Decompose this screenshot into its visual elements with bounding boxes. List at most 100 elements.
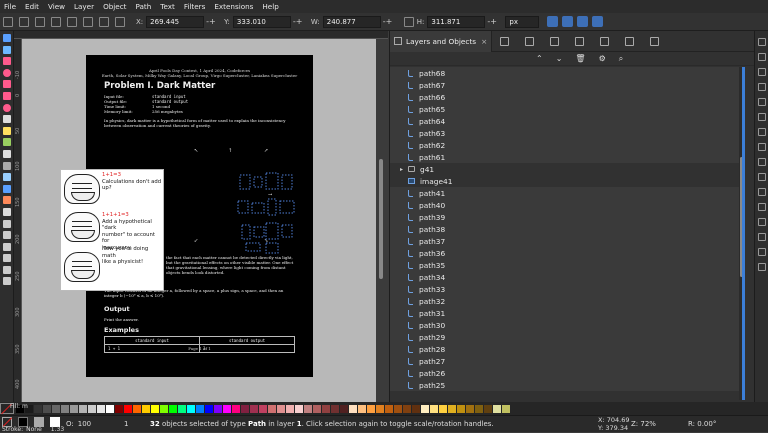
rotate-cw-icon[interactable] (67, 16, 77, 27)
paint-bucket-tool-icon[interactable] (3, 207, 11, 216)
object-row[interactable]: path63 (390, 127, 739, 139)
align-tab-icon[interactable] (525, 36, 535, 46)
tab-layers-objects[interactable]: Layers and Objects × (390, 30, 493, 52)
w-input[interactable]: 240.877 (322, 15, 381, 28)
palette-swatch[interactable] (196, 404, 204, 413)
zoom-icon[interactable] (758, 188, 766, 196)
menu-file[interactable]: File (4, 2, 16, 11)
object-row[interactable]: path66 (390, 91, 739, 103)
object-row[interactable]: path33 (390, 283, 739, 295)
spiral-tool-icon[interactable] (3, 103, 11, 112)
palette-swatch[interactable] (367, 404, 375, 413)
text-tab-icon[interactable] (550, 36, 560, 46)
delete-object-icon[interactable]: 🗑 (575, 54, 585, 63)
object-row[interactable]: path29 (390, 331, 739, 343)
palette-swatch[interactable] (430, 404, 438, 413)
fill-swatch[interactable] (2, 417, 13, 427)
rectangle-tool-icon[interactable] (3, 57, 11, 66)
raise-object-icon[interactable]: ⌃ (536, 54, 543, 63)
object-row[interactable]: path38 (390, 223, 739, 235)
fill-stroke-indicator[interactable]: Fill: m Stroke: None 1.33 (2, 403, 64, 433)
star-tool-icon[interactable] (3, 80, 11, 89)
close-tab-icon[interactable]: × (481, 37, 487, 46)
palette-swatch[interactable] (502, 404, 510, 413)
unit-select[interactable]: px (505, 15, 540, 28)
new-doc-icon[interactable] (758, 38, 766, 46)
menu-text[interactable]: Text (160, 2, 175, 11)
palette-swatch[interactable] (313, 404, 321, 413)
palette-swatch[interactable] (259, 404, 267, 413)
tweak-tool-icon[interactable] (3, 219, 11, 228)
object-row[interactable]: path67 (390, 79, 739, 91)
canvas[interactable]: April Fools Day Contest, 1 April 2024, C… (22, 39, 376, 402)
object-row[interactable]: path39 (390, 211, 739, 223)
connector-tool-icon[interactable] (3, 242, 11, 251)
search-icon[interactable]: ⌕ (619, 54, 623, 64)
palette-swatch[interactable] (169, 404, 177, 413)
object-row[interactable]: path35 (390, 259, 739, 271)
gradient-tool-icon[interactable] (3, 173, 11, 182)
pencil-tool-icon[interactable] (3, 126, 11, 135)
pen-tool-icon[interactable] (3, 115, 11, 124)
palette-swatch[interactable] (124, 404, 132, 413)
palette-swatch[interactable] (268, 404, 276, 413)
text-tool-icon[interactable] (3, 149, 11, 158)
palette-swatch[interactable] (358, 404, 366, 413)
palette-swatch[interactable] (88, 404, 96, 413)
object-row[interactable]: path37 (390, 235, 739, 247)
object-row[interactable]: path68 (390, 67, 739, 79)
palette-swatch[interactable] (52, 404, 60, 413)
selection-handle[interactable]: ↙ (194, 239, 199, 244)
node-tool-icon[interactable] (3, 45, 11, 54)
menu-extensions[interactable]: Extensions (214, 2, 253, 11)
move-gradients-icon[interactable] (577, 16, 589, 27)
palette-swatch[interactable] (286, 404, 294, 413)
palette-swatch[interactable] (79, 404, 87, 413)
find-tab-icon[interactable] (650, 36, 660, 46)
palette-swatch[interactable] (61, 404, 69, 413)
swatches-tab-icon[interactable] (625, 36, 635, 46)
object-row[interactable]: path32 (390, 295, 739, 307)
palette-swatch[interactable] (142, 404, 150, 413)
move-patterns-icon[interactable] (592, 16, 604, 27)
palette-swatch[interactable] (448, 404, 456, 413)
measure-tool-icon[interactable] (3, 254, 11, 263)
palette-swatch[interactable] (412, 404, 420, 413)
object-row[interactable]: path41 (390, 187, 739, 199)
palette-swatch[interactable] (232, 404, 240, 413)
object-row[interactable]: image41 (390, 175, 739, 187)
scale-corners-icon[interactable] (562, 16, 574, 27)
palette-swatch[interactable] (214, 404, 222, 413)
selector-tool-icon[interactable] (3, 34, 11, 42)
palette-swatch[interactable] (385, 404, 393, 413)
spray-tool-icon[interactable] (3, 161, 11, 170)
palette-swatch[interactable] (493, 404, 501, 413)
scrollbar-thumb[interactable] (379, 159, 383, 279)
palette-swatch[interactable] (241, 404, 249, 413)
palette-swatch[interactable] (160, 404, 168, 413)
object-row[interactable]: path25 (390, 379, 739, 391)
palette-swatch[interactable] (403, 404, 411, 413)
palette-swatch[interactable] (340, 404, 348, 413)
preferences-icon[interactable] (758, 263, 766, 271)
settings-gear-icon[interactable]: ⚙ (599, 54, 606, 63)
object-row[interactable]: path36 (390, 247, 739, 259)
print-icon[interactable] (758, 83, 766, 91)
selection-handle[interactable]: ↘ (264, 239, 269, 244)
palette-swatch[interactable] (304, 404, 312, 413)
paste-icon[interactable] (758, 173, 766, 181)
selection-handle[interactable]: → (268, 193, 273, 198)
palette-swatch[interactable] (394, 404, 402, 413)
canvas-vertical-scrollbar[interactable] (376, 39, 388, 402)
palette-swatch[interactable] (475, 404, 483, 413)
select-all-layers-icon[interactable] (19, 16, 29, 27)
troll-comic-image[interactable]: 1+1=3 Calculations don't add up? 1+1+1=3… (60, 169, 164, 291)
fill-stroke-tab-icon[interactable] (500, 36, 510, 46)
object-row[interactable]: path34 (390, 271, 739, 283)
object-row[interactable]: path26 (390, 367, 739, 379)
mesh-tool-icon[interactable] (3, 184, 11, 193)
w-stepper[interactable]: -+ (383, 17, 395, 26)
ellipse-tool-icon[interactable] (3, 68, 11, 77)
export-icon[interactable] (758, 113, 766, 121)
opacity-value[interactable]: 100 (78, 420, 91, 428)
